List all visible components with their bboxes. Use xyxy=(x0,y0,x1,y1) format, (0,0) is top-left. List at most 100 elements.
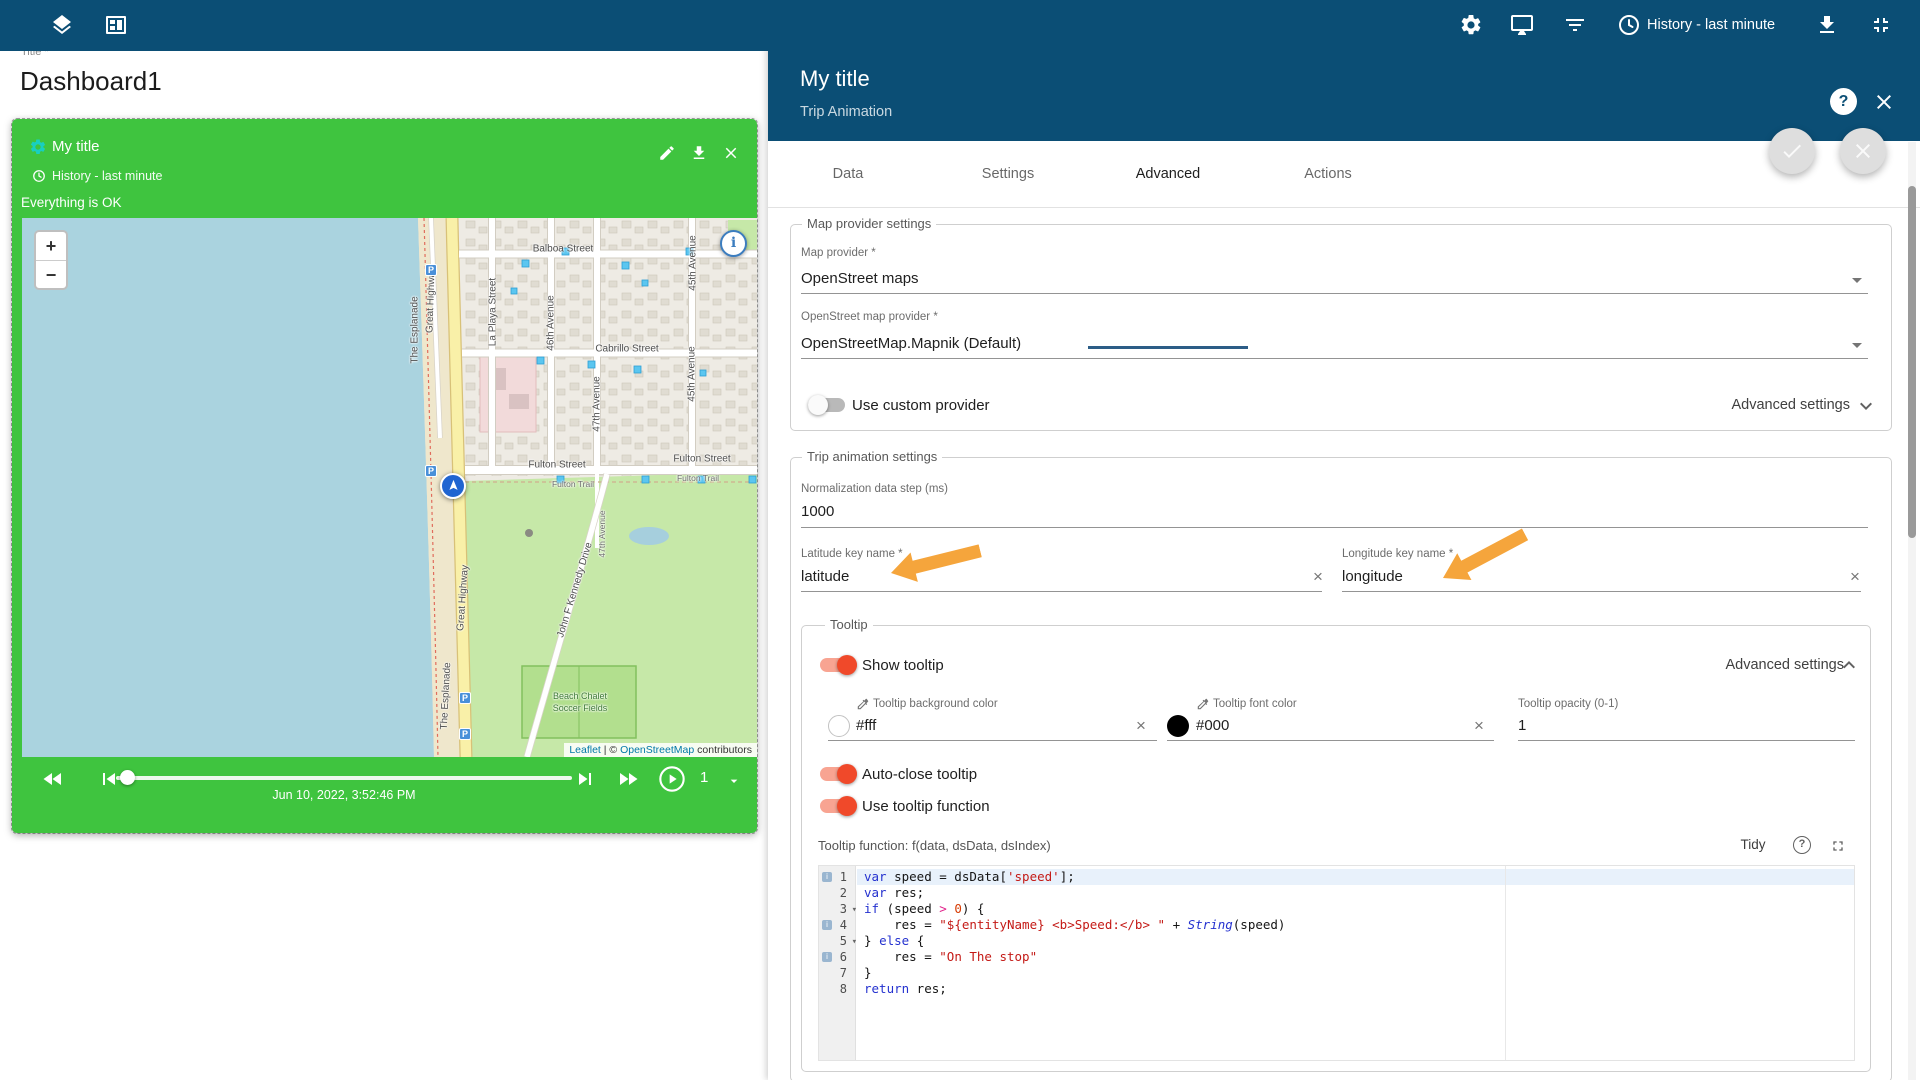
street-label: Fulton Trail xyxy=(552,479,594,489)
clear-longitude-icon[interactable]: × xyxy=(1850,567,1860,587)
normalization-step-input[interactable]: 1000 xyxy=(801,503,834,520)
tooltip-font-color-swatch[interactable] xyxy=(1167,715,1189,737)
tab-advanced[interactable]: Advanced xyxy=(1088,141,1248,207)
speed-dropdown-caret-icon[interactable] xyxy=(726,773,742,789)
skip-next-button[interactable] xyxy=(573,767,597,791)
street-label: 47th Avenue xyxy=(592,376,603,431)
panel-scrollbar-thumb[interactable] xyxy=(1908,186,1916,538)
tooltip-font-color-input[interactable]: #000 xyxy=(1196,717,1229,734)
apply-changes-button[interactable] xyxy=(1769,128,1815,174)
tab-data[interactable]: Data xyxy=(768,141,928,207)
latitude-key-label: Latitude key name * xyxy=(801,548,903,560)
map-attribution: Leaflet | © OpenStreetMap contributors xyxy=(564,743,757,757)
zoom-in-button[interactable]: + xyxy=(36,232,66,260)
trip-position-marker[interactable] xyxy=(440,473,466,499)
play-button[interactable] xyxy=(658,765,686,793)
use-tooltip-function-label: Use tooltip function xyxy=(862,798,990,815)
use-tooltip-function-toggle[interactable] xyxy=(820,796,857,816)
widget-status-text: Everything is OK xyxy=(21,195,122,210)
fast-forward-button[interactable] xyxy=(616,767,640,791)
fast-rewind-button[interactable] xyxy=(41,767,65,791)
dropdown-caret-icon[interactable] xyxy=(1852,343,1862,348)
street-label: 45th Avenue xyxy=(688,235,699,290)
check-icon xyxy=(1780,139,1804,163)
help-icon[interactable]: ? xyxy=(1830,88,1857,115)
widget-clock-icon xyxy=(32,169,46,183)
widget-close-icon[interactable] xyxy=(722,144,740,162)
tooltip-bg-color-swatch[interactable] xyxy=(828,715,850,737)
clear-bg-color-icon[interactable]: × xyxy=(1136,716,1146,736)
playback-speed-value[interactable]: 1 xyxy=(700,769,708,786)
show-tooltip-toggle[interactable] xyxy=(820,655,857,675)
dashboard-title[interactable]: Dashboard1 xyxy=(20,66,162,97)
tooltip-opacity-input[interactable]: 1 xyxy=(1518,717,1526,734)
zoom-out-button[interactable]: − xyxy=(36,260,66,288)
panel-subtitle: Trip Animation xyxy=(800,104,892,120)
settings-gear-icon[interactable] xyxy=(1459,13,1483,37)
parking-icon: P xyxy=(425,264,437,276)
parking-icon: P xyxy=(459,692,471,704)
attribution-separator: | © xyxy=(601,744,620,756)
navigation-arrow-icon xyxy=(446,478,461,493)
playback-timestamp: Jun 10, 2022, 3:52:46 PM xyxy=(116,788,572,802)
code-lines[interactable]: var speed = dsData['speed'];var res;if (… xyxy=(857,866,1854,1060)
leaflet-link[interactable]: Leaflet xyxy=(569,744,601,756)
dropdown-caret-icon[interactable] xyxy=(1852,278,1862,283)
panel-close-icon[interactable] xyxy=(1872,90,1896,114)
advanced-settings-link[interactable]: Advanced settings xyxy=(1720,397,1850,413)
layers-icon[interactable] xyxy=(50,13,74,37)
tooltip-bg-color-input[interactable]: #fff xyxy=(856,717,876,734)
tooltip-function-editor[interactable]: i123▾i45▾i678 var speed = dsData['speed'… xyxy=(818,865,1855,1061)
osm-provider-select[interactable]: OpenStreetMap.Mapnik (Default) xyxy=(801,335,1021,352)
discard-changes-button[interactable] xyxy=(1840,128,1886,174)
exit-fullscreen-icon[interactable] xyxy=(1869,13,1893,37)
fieldset-legend: Map provider settings xyxy=(802,216,936,232)
use-custom-provider-label: Use custom provider xyxy=(852,397,990,414)
code-gutter: i123▾i45▾i678 xyxy=(819,866,856,1060)
map-zoom-control: + − xyxy=(34,230,68,290)
chevron-up-icon[interactable] xyxy=(1837,653,1861,677)
tooltip-advanced-settings-link[interactable]: Advanced settings xyxy=(1714,657,1844,673)
map-info-button[interactable]: i xyxy=(720,230,747,257)
park-label: Beach Chalet xyxy=(553,691,607,701)
dashboard-layout-icon[interactable] xyxy=(104,13,128,37)
openstreetmap-link[interactable]: OpenStreetMap xyxy=(620,744,694,756)
autoclose-tooltip-toggle[interactable] xyxy=(820,764,857,784)
edit-pencil-icon[interactable] xyxy=(658,144,676,162)
map-provider-select[interactable]: OpenStreet maps xyxy=(801,270,919,287)
tab-actions[interactable]: Actions xyxy=(1248,141,1408,207)
leaflet-map[interactable]: Balboa Street Cabrillo Street Fulton Str… xyxy=(22,218,757,757)
street-label: Fulton Street xyxy=(673,454,730,465)
expand-editor-icon[interactable] xyxy=(1830,838,1846,854)
timewindow-label[interactable]: History - last minute xyxy=(1647,17,1775,33)
map-provider-label: Map provider * xyxy=(801,247,876,259)
chevron-down-icon[interactable] xyxy=(1854,394,1878,418)
time-slider-knob[interactable] xyxy=(120,770,135,785)
filter-icon[interactable] xyxy=(1563,13,1587,37)
clear-latitude-icon[interactable]: × xyxy=(1313,567,1323,587)
manage-layouts-icon[interactable] xyxy=(1510,13,1534,37)
fieldset-legend: Trip animation settings xyxy=(802,449,942,465)
trip-animation-widget[interactable]: My title History - last minute Everythin… xyxy=(12,119,757,833)
attribution-suffix: contributors xyxy=(694,744,752,756)
longitude-key-label: Longitude key name * xyxy=(1342,548,1453,560)
clear-font-color-icon[interactable]: × xyxy=(1474,716,1484,736)
tab-settings[interactable]: Settings xyxy=(928,141,1088,207)
latitude-key-input[interactable]: latitude xyxy=(801,568,849,585)
history-clock-icon[interactable] xyxy=(1617,13,1641,37)
colorize-icon xyxy=(1196,697,1210,711)
function-help-icon[interactable]: ? xyxy=(1793,836,1811,854)
street-label: 47th Avenue xyxy=(597,510,607,557)
time-slider-track[interactable] xyxy=(116,776,572,780)
tidy-button[interactable]: Tidy xyxy=(1730,837,1776,852)
normalization-step-label: Normalization data step (ms) xyxy=(801,483,948,495)
tooltip-font-color-label: Tooltip font color xyxy=(1213,698,1297,710)
map-canvas xyxy=(22,218,757,757)
use-custom-provider-toggle[interactable] xyxy=(808,395,845,415)
street-label: The Esplanade xyxy=(410,296,421,363)
widget-download-icon[interactable] xyxy=(690,144,708,162)
download-icon[interactable] xyxy=(1815,13,1839,37)
longitude-key-input[interactable]: longitude xyxy=(1342,568,1403,585)
widget-timewindow[interactable]: History - last minute xyxy=(52,169,162,183)
parking-icon: P xyxy=(459,728,471,740)
